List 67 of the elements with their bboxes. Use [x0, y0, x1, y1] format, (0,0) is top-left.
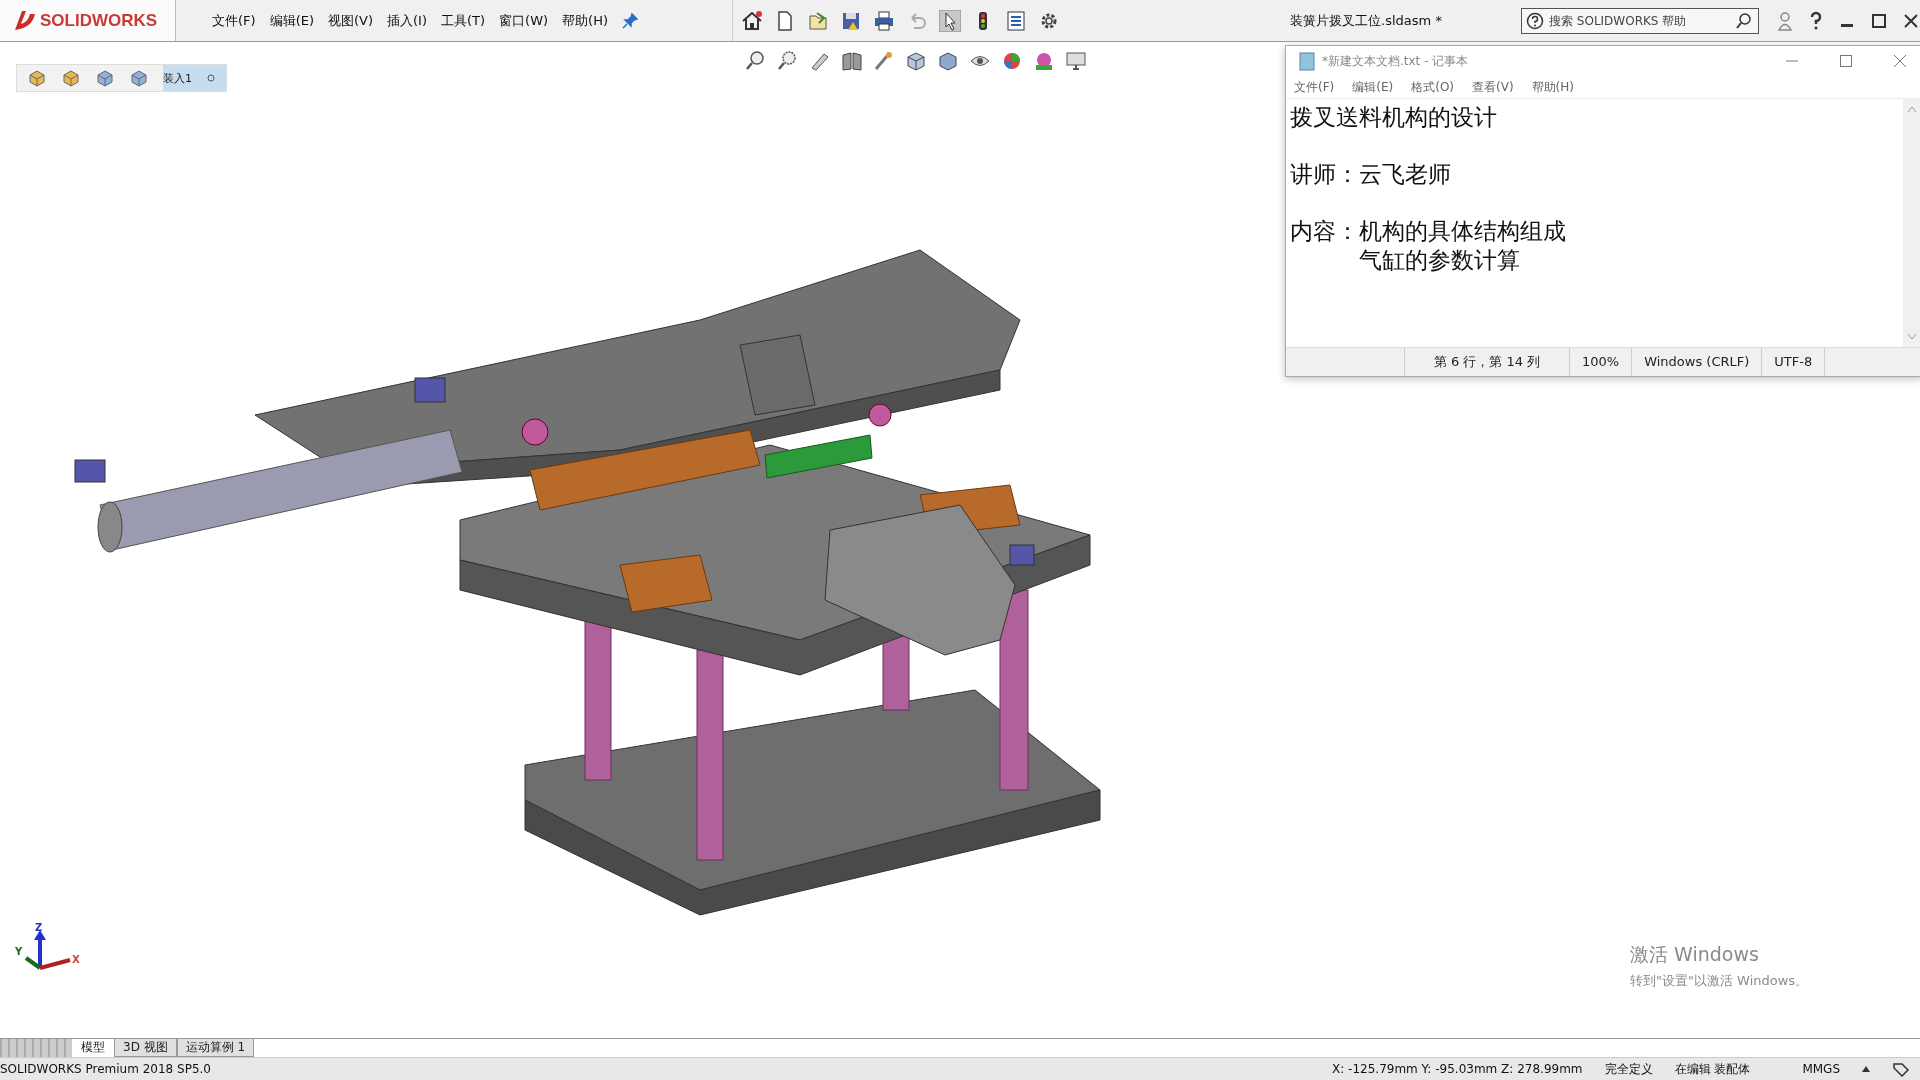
circle-icon[interactable]	[206, 73, 216, 83]
text-line: 机构的具体结构组成	[1359, 217, 1566, 246]
status-text: 第 6 行，第 14 列	[1405, 348, 1570, 376]
text-line: 拨叉送料机构的设计	[1290, 103, 1497, 132]
monitor-icon[interactable]	[1065, 50, 1087, 72]
search-field[interactable]: 搜索 SOLIDWORKS 帮助	[1521, 7, 1759, 34]
list-panel-icon[interactable]	[1005, 9, 1027, 32]
cube-icon[interactable]	[937, 50, 959, 72]
menu-item[interactable]: 视图(V)	[328, 11, 374, 30]
menu-item[interactable]: 文件(F)	[212, 11, 256, 30]
tab[interactable]: 运动算例 1	[176, 1039, 255, 1057]
status-text: Windows (CRLF)	[1632, 348, 1763, 376]
document-title: 装簧片拨叉工位.sldasm *	[1289, 11, 1443, 30]
zoom-icon[interactable]	[777, 50, 799, 72]
axis-label: Y	[15, 946, 23, 957]
axis-triad-drawing	[24, 930, 71, 970]
menu-item[interactable]: 帮助(H)	[1531, 78, 1574, 96]
tag-icon[interactable]	[1892, 1061, 1910, 1077]
logo-text: SOLIDWORKS	[40, 10, 158, 31]
home-icon[interactable]	[741, 9, 763, 32]
text-area[interactable]: 拨叉送料机构的设计 讲师：云飞老师 内容：机构的具体结构组成 气缸的参数计算	[1286, 99, 1903, 347]
window-title: *新建文本文档.txt - 记事本	[1322, 52, 1470, 70]
zoom-icon[interactable]	[745, 50, 767, 72]
menu-item[interactable]: 查看(V)	[1472, 78, 1514, 96]
menu-item[interactable]: 编辑(E)	[1352, 78, 1394, 96]
menu-item[interactable]: 文件(F)	[1294, 78, 1335, 96]
activation-title: 激活 Windows	[1630, 942, 1760, 967]
status-text: 100%	[1570, 348, 1633, 376]
cube-icon[interactable]	[905, 50, 927, 72]
menu-item[interactable]: 编辑(E)	[269, 11, 314, 30]
maximize-icon[interactable]	[1871, 12, 1887, 29]
book-icon[interactable]	[841, 50, 863, 72]
text-line: 内容：	[1290, 217, 1359, 246]
menu-item[interactable]: 插入(I)	[387, 11, 427, 30]
activation-hint: 转到"设置"以激活 Windows。	[1630, 972, 1809, 990]
breadcrumb-item[interactable]: 装入1	[163, 70, 192, 86]
pin-icon[interactable]	[622, 12, 639, 29]
sphere-icon[interactable]	[1033, 50, 1055, 72]
text-line: 气缸的参数计算	[1359, 246, 1521, 275]
status-text: X: -125.79mm Y: -95.03mm Z: 278.99mm	[1332, 1062, 1583, 1076]
axis-label: X	[72, 954, 80, 965]
select-arrow-icon[interactable]	[939, 9, 961, 32]
sphere-icon[interactable]	[1001, 50, 1023, 72]
tab[interactable]: 3D 视图	[114, 1039, 177, 1057]
text-line: 云飞老师	[1359, 160, 1451, 189]
cube-icon[interactable]	[95, 68, 115, 88]
caret-up-icon[interactable]	[1862, 1066, 1870, 1072]
menu-item[interactable]: 窗口(W)	[499, 11, 549, 30]
wand-icon[interactable]	[873, 50, 895, 72]
menu-item[interactable]: 格式(O)	[1411, 78, 1455, 96]
axis-label: Z	[35, 922, 43, 933]
status-text: SOLIDWORKS Premium 2018 SP5.0	[0, 1062, 211, 1076]
menu-item[interactable]: 工具(T)	[441, 11, 486, 30]
text-line: 讲师：	[1290, 160, 1359, 189]
search-icon	[1735, 11, 1753, 30]
menu-item[interactable]: 帮助(H)	[562, 11, 609, 30]
cube-icon[interactable]	[129, 68, 149, 88]
help-icon[interactable]	[1809, 10, 1823, 31]
notepad-icon	[1298, 51, 1316, 71]
print-icon[interactable]	[873, 9, 895, 32]
units-selector[interactable]: MMGS	[1802, 1062, 1840, 1076]
close-icon[interactable]	[1903, 12, 1919, 29]
user-icon[interactable]	[1777, 10, 1793, 31]
status-text: 完全定义	[1604, 1060, 1653, 1078]
status-text: UTF-8	[1762, 348, 1826, 376]
status-text: 在编辑 装配体	[1674, 1060, 1751, 1078]
open-folder-icon[interactable]	[807, 9, 829, 32]
